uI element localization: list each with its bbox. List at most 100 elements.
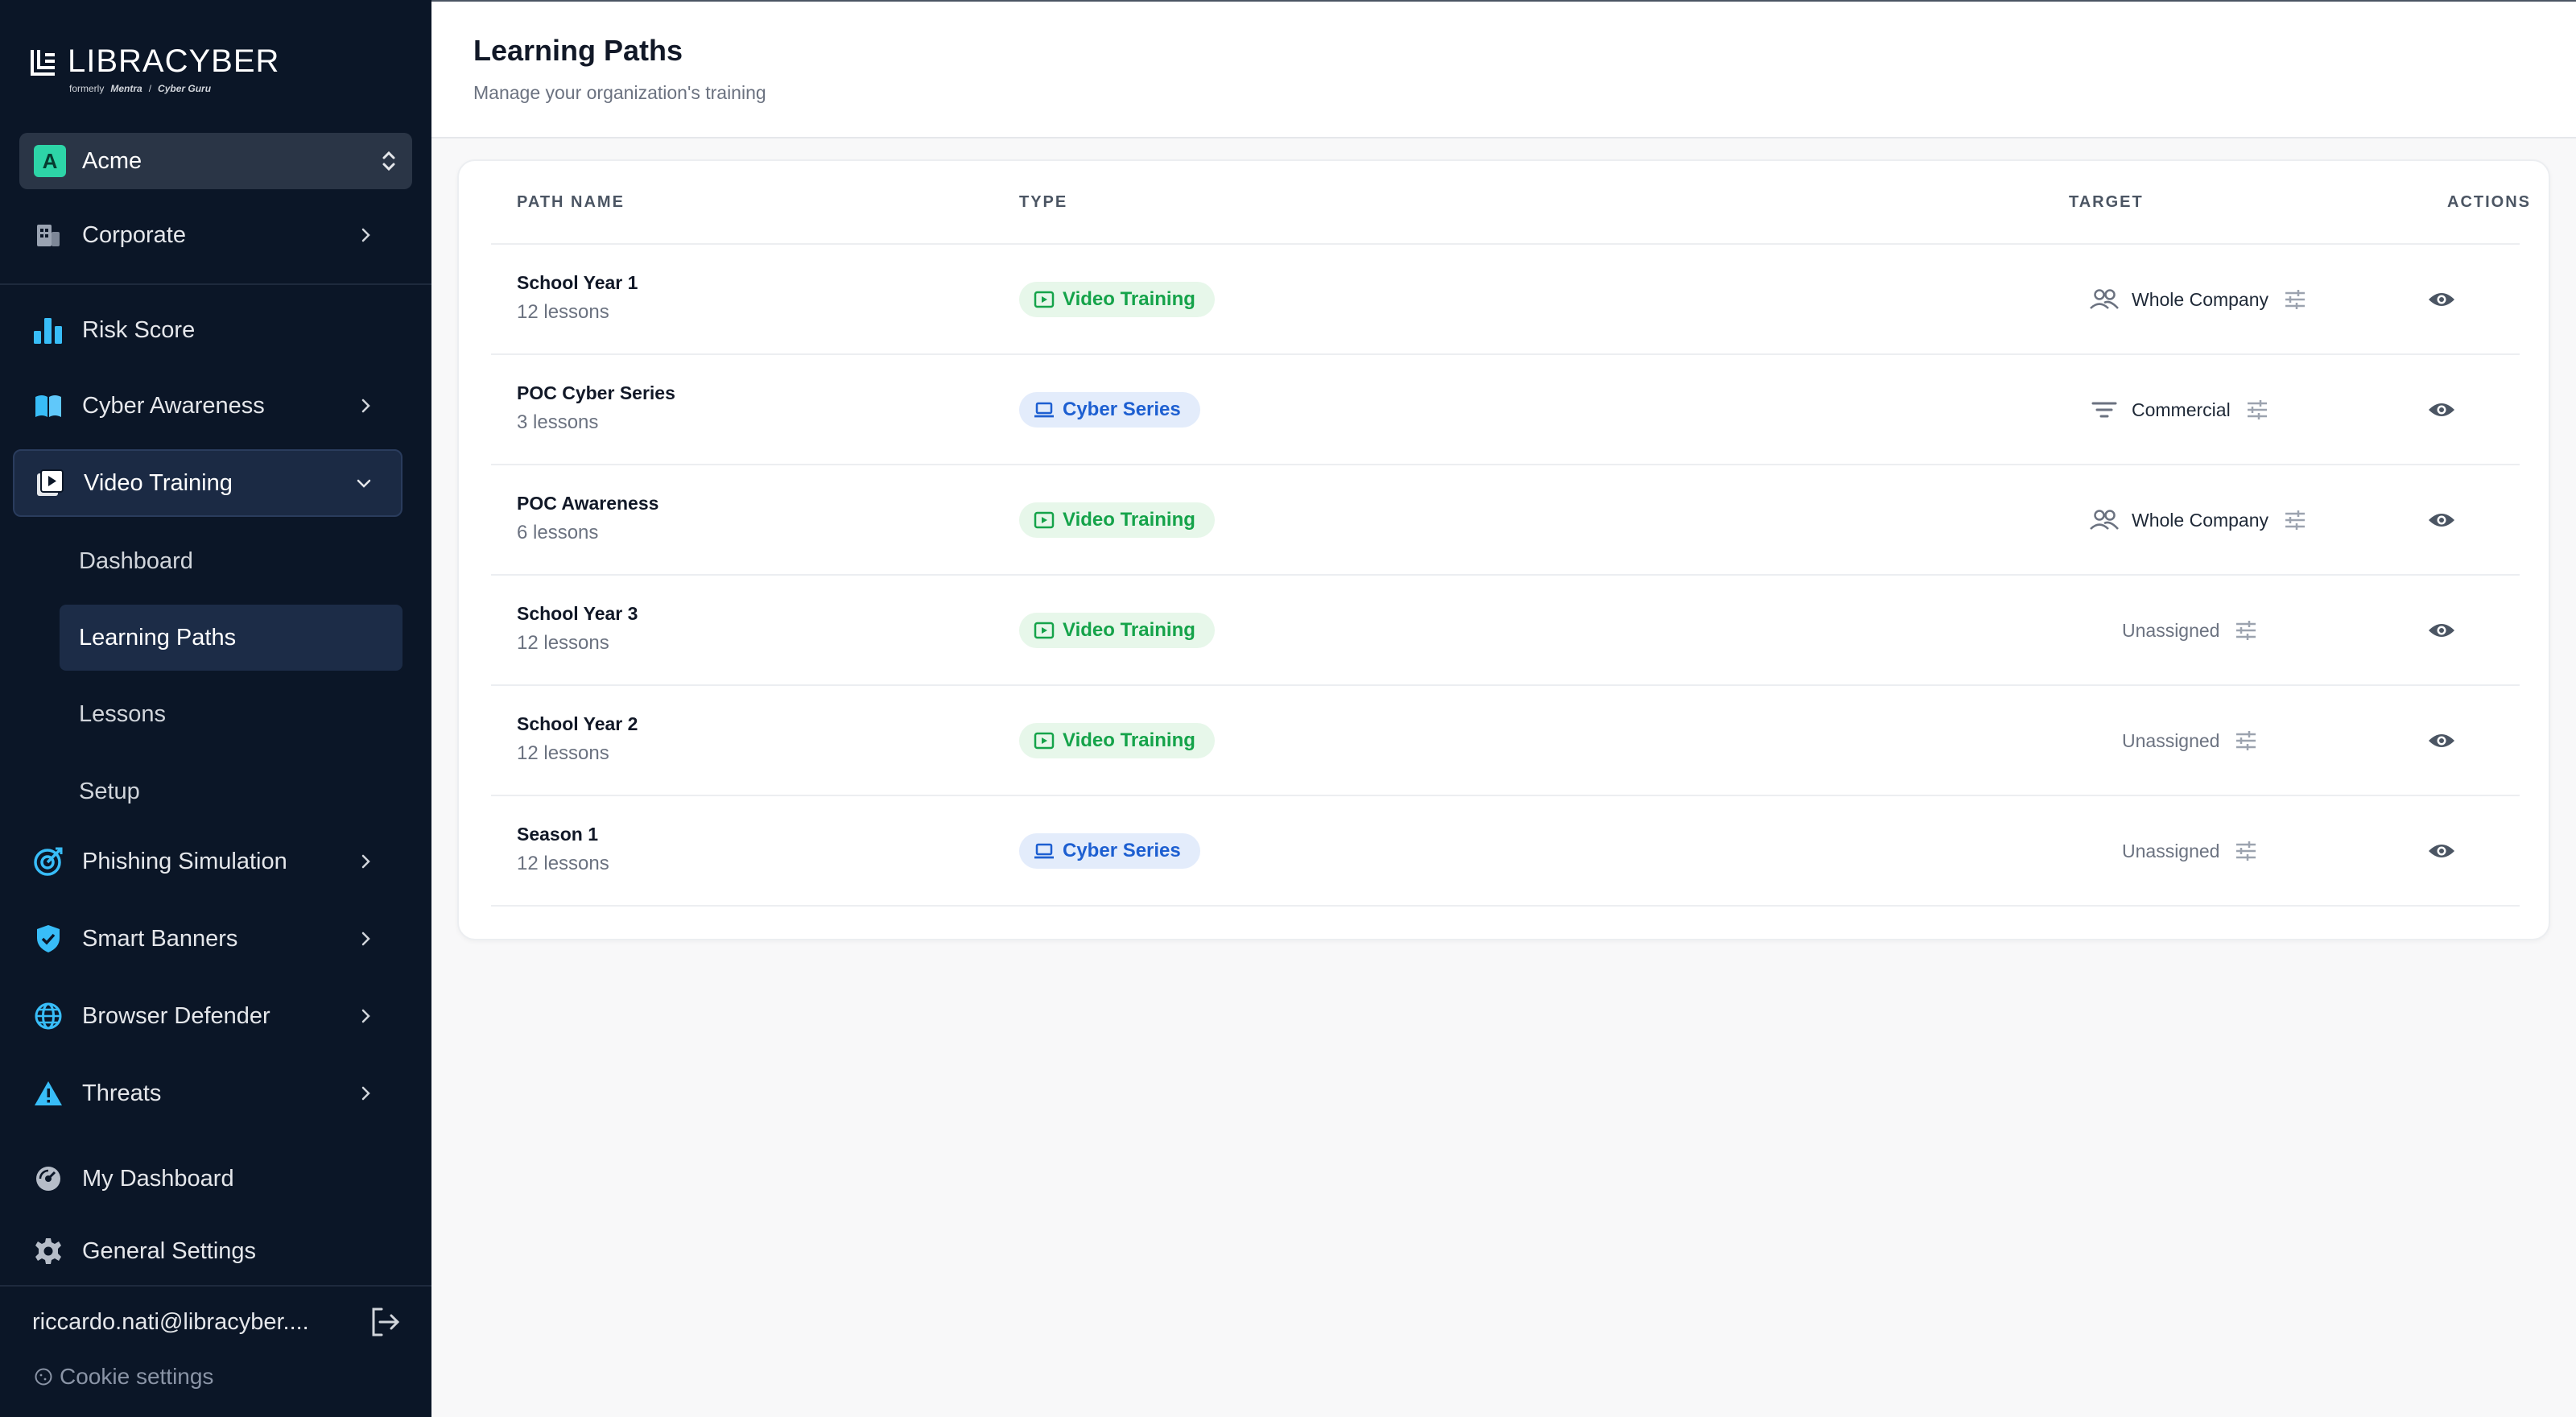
nav-video-training-label: Video Training xyxy=(84,469,233,496)
path-lesson-count: 12 lessons xyxy=(517,742,609,764)
table-row[interactable]: School Year 2 12 lessons Video Training … xyxy=(491,686,2520,796)
target-label: Unassigned xyxy=(2122,619,2220,641)
type-badge-video-training: Video Training xyxy=(1019,502,1215,538)
type-badge-video-training: Video Training xyxy=(1019,723,1215,758)
path-name: School Year 1 xyxy=(517,272,638,293)
nav-video-training[interactable]: Video Training xyxy=(13,449,402,517)
brand-separator: / xyxy=(148,83,152,94)
target-cell: Unassigned xyxy=(2122,723,2258,758)
nav-phishing-label: Phishing Simulation xyxy=(82,848,287,874)
brand-logo: LIBRACYBER formerly Mentra / Cyber Guru xyxy=(29,43,295,103)
play-video-icon xyxy=(1034,732,1055,750)
view-eye-icon[interactable] xyxy=(2428,399,2455,421)
path-lesson-count: 12 lessons xyxy=(517,632,609,654)
nav-browser-defender[interactable]: Browser Defender xyxy=(13,982,402,1050)
nav-smart-banners-label: Smart Banners xyxy=(82,925,238,952)
column-header-type: TYPE xyxy=(1019,193,1068,211)
view-eye-icon[interactable] xyxy=(2428,288,2455,311)
table-row[interactable]: POC Awareness 6 lessons Video Training W… xyxy=(491,465,2520,576)
adjust-sliders-icon[interactable] xyxy=(2234,839,2258,863)
warning-icon xyxy=(35,1081,62,1105)
nav-phishing-simulation[interactable]: Phishing Simulation xyxy=(13,828,402,895)
nav-my-dashboard[interactable]: My Dashboard xyxy=(13,1145,402,1213)
target-cell: Unassigned xyxy=(2122,833,2258,869)
path-name: POC Cyber Series xyxy=(517,382,675,403)
globe-icon xyxy=(35,1002,62,1030)
subnav-dashboard[interactable]: Dashboard xyxy=(60,528,402,594)
chevron-right-icon xyxy=(361,228,370,242)
nav-browser-defender-label: Browser Defender xyxy=(82,1002,270,1029)
sidebar-footer-divider xyxy=(0,1285,431,1287)
users-group-icon xyxy=(2090,510,2119,530)
sidebar: LIBRACYBER formerly Mentra / Cyber Guru … xyxy=(0,0,431,1417)
view-eye-icon[interactable] xyxy=(2428,509,2455,531)
brand-name: LIBRACYBER xyxy=(68,43,280,79)
nav-risk-score-label: Risk Score xyxy=(82,316,196,343)
type-badge-label: Video Training xyxy=(1063,509,1195,531)
logout-icon[interactable] xyxy=(367,1304,402,1340)
view-eye-icon[interactable] xyxy=(2428,840,2455,862)
type-badge-video-training: Video Training xyxy=(1019,613,1215,648)
play-video-icon xyxy=(1034,291,1055,308)
brand-formerly-label: formerly xyxy=(69,83,105,94)
page-title: Learning Paths xyxy=(473,34,683,67)
gear-icon xyxy=(35,1238,61,1264)
nav-smart-banners[interactable]: Smart Banners xyxy=(13,905,402,973)
column-header-path-name: PATH NAME xyxy=(517,193,625,211)
users-group-icon xyxy=(2090,289,2119,309)
chevron-right-icon xyxy=(361,932,370,946)
adjust-sliders-icon[interactable] xyxy=(2245,398,2269,422)
shield-check-icon xyxy=(37,925,60,952)
type-badge-video-training: Video Training xyxy=(1019,282,1215,317)
nav-general-settings[interactable]: General Settings xyxy=(13,1217,402,1285)
chevron-down-icon xyxy=(357,479,371,488)
path-name: Season 1 xyxy=(517,824,598,845)
libracyber-logo-icon xyxy=(31,49,55,76)
target-cell: Commercial xyxy=(2088,392,2269,428)
column-header-actions: ACTIONS xyxy=(2447,193,2531,211)
adjust-sliders-icon[interactable] xyxy=(2283,287,2307,312)
table-header: PATH NAME TYPE TARGET ACTIONS xyxy=(491,161,2529,245)
path-lesson-count: 12 lessons xyxy=(517,853,609,874)
building-icon xyxy=(37,225,60,246)
nav-cyber-awareness[interactable]: Cyber Awareness xyxy=(13,372,402,440)
nav-cyber-awareness-label: Cyber Awareness xyxy=(82,392,265,419)
table-row[interactable]: POC Cyber Series 3 lessons Cyber Series … xyxy=(491,355,2520,465)
adjust-sliders-icon[interactable] xyxy=(2234,729,2258,753)
view-eye-icon[interactable] xyxy=(2428,619,2455,642)
page-header: Learning Paths Manage your organization'… xyxy=(431,0,2576,138)
target-label: Commercial xyxy=(2132,399,2231,420)
nav-risk-score[interactable]: Risk Score xyxy=(13,296,402,364)
nav-threats[interactable]: Threats xyxy=(13,1060,402,1127)
path-name: POC Awareness xyxy=(517,493,659,514)
adjust-sliders-icon[interactable] xyxy=(2283,508,2307,532)
table-row[interactable]: Season 1 12 lessons Cyber Series Unassig… xyxy=(491,796,2520,907)
table-row[interactable]: School Year 1 12 lessons Video Training … xyxy=(491,245,2520,355)
target-cell: Whole Company xyxy=(2088,502,2307,538)
chevron-right-icon xyxy=(361,1086,370,1101)
view-eye-icon[interactable] xyxy=(2428,729,2455,752)
organization-select[interactable]: A Acme xyxy=(19,133,412,189)
play-video-icon xyxy=(1034,511,1055,529)
path-lesson-count: 12 lessons xyxy=(517,301,609,323)
table-row[interactable]: School Year 3 12 lessons Video Training … xyxy=(491,576,2520,686)
org-name: Acme xyxy=(82,147,142,174)
brand-former-2: Cyber Guru xyxy=(158,83,212,94)
chevron-up-down-icon xyxy=(382,151,395,171)
type-badge-label: Cyber Series xyxy=(1063,399,1181,420)
adjust-sliders-icon[interactable] xyxy=(2234,618,2258,642)
path-lesson-count: 3 lessons xyxy=(517,411,599,433)
target-icon xyxy=(34,847,63,876)
book-icon xyxy=(35,395,61,417)
filter-icon xyxy=(2091,402,2117,418)
subnav-setup[interactable]: Setup xyxy=(60,758,402,824)
target-label: Unassigned xyxy=(2122,840,2220,861)
nav-corporate[interactable]: Corporate xyxy=(13,201,402,269)
cookie-settings-link[interactable]: Cookie settings xyxy=(34,1364,213,1390)
subnav-learning-paths[interactable]: Learning Paths xyxy=(60,605,402,671)
subnav-lessons[interactable]: Lessons xyxy=(60,681,402,747)
user-account: riccardo.nati@libracyber.... xyxy=(32,1304,402,1340)
nav-general-settings-label: General Settings xyxy=(82,1237,257,1264)
chevron-right-icon xyxy=(361,1009,370,1023)
cookie-settings-label: Cookie settings xyxy=(60,1364,214,1389)
